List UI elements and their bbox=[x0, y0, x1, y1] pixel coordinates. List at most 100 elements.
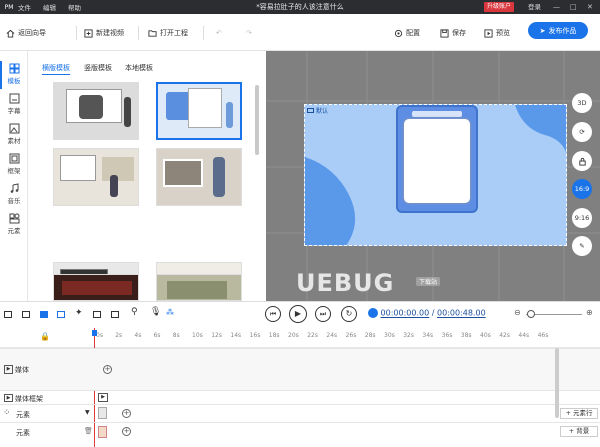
config-label: 配置 bbox=[406, 29, 420, 37]
menu-edit[interactable]: 编辑 bbox=[43, 2, 56, 12]
tab-portrait-templates[interactable]: 竖版模板 bbox=[84, 63, 112, 73]
magic-icon[interactable]: ✦ bbox=[75, 308, 83, 318]
mic-icon[interactable]: 🎙 bbox=[150, 307, 161, 317]
trash-icon[interactable]: 🗑 bbox=[84, 427, 93, 435]
playhead-handle[interactable] bbox=[92, 330, 97, 336]
track-media[interactable]: ▶ 媒体 + bbox=[0, 348, 600, 390]
close-icon[interactable]: ✕ bbox=[587, 0, 593, 14]
prev-button[interactable]: ⏮ bbox=[265, 306, 281, 322]
rotate-icon[interactable]: ⟳ bbox=[572, 122, 592, 142]
fullscreen-icon[interactable] bbox=[111, 311, 119, 318]
back-to-wizard-button[interactable]: 返回向导 bbox=[6, 27, 46, 39]
track-element[interactable]: ⁘ 元素 ▼ + + 元素行 bbox=[0, 404, 600, 422]
copy-icon[interactable] bbox=[57, 311, 65, 318]
preview-button[interactable]: 预览 bbox=[484, 27, 510, 39]
element-clip[interactable] bbox=[98, 407, 107, 419]
add-media-button[interactable]: + bbox=[103, 365, 112, 374]
edit-icon[interactable]: ✎ bbox=[572, 236, 592, 256]
play-icon[interactable]: ▶ bbox=[4, 365, 13, 374]
split-icon[interactable] bbox=[40, 311, 48, 318]
open-project-button[interactable]: 打开工程 bbox=[148, 27, 188, 39]
lock-icon[interactable]: 🔒 bbox=[40, 332, 50, 341]
save-button[interactable]: 保存 bbox=[440, 27, 466, 39]
current-time: 00:00:00.00 bbox=[380, 308, 430, 318]
ratio-9-16-button[interactable]: 9:16 bbox=[572, 208, 592, 228]
add-element-button[interactable]: + bbox=[122, 427, 131, 436]
ruler-tick-label: 44s bbox=[518, 332, 530, 339]
add-element-row-button[interactable]: + 元素行 bbox=[560, 408, 598, 419]
sidebar-item-frame[interactable]: 框架 bbox=[0, 153, 28, 175]
ruler-tick-label: 46s bbox=[537, 332, 549, 339]
template-thumbnail[interactable] bbox=[53, 82, 139, 140]
sidebar-item-template[interactable]: 模板 bbox=[0, 63, 28, 85]
ruler-tick-label: 24s bbox=[326, 332, 338, 339]
menu-help[interactable]: 帮助 bbox=[68, 2, 81, 12]
open-project-label: 打开工程 bbox=[160, 29, 188, 37]
play-button[interactable]: ▶ bbox=[289, 305, 307, 323]
divider bbox=[203, 26, 204, 40]
tab-local-templates[interactable]: 本地模板 bbox=[125, 63, 153, 73]
ruler-tick-label: 26s bbox=[345, 332, 357, 339]
login-link[interactable]: 登录 bbox=[528, 0, 541, 14]
sidebar-item-subtitle[interactable]: 字幕 bbox=[0, 93, 28, 115]
character-clip[interactable] bbox=[98, 426, 107, 438]
home-icon bbox=[6, 29, 15, 38]
ratio-16-9-button[interactable]: 16:9 bbox=[572, 179, 592, 199]
tab-landscape-templates[interactable]: 横版模板 bbox=[42, 63, 70, 75]
layout-icon[interactable] bbox=[4, 311, 12, 318]
sidebar-item-element[interactable]: 元素 bbox=[0, 213, 28, 235]
publish-button[interactable]: ➤ 发布作品 bbox=[528, 22, 588, 39]
audio-icon[interactable]: ⁂ bbox=[166, 308, 174, 317]
sidebar-item-music[interactable]: 音乐 bbox=[0, 183, 28, 205]
template-thumbnail[interactable] bbox=[53, 274, 139, 301]
clock-icon bbox=[368, 308, 378, 318]
add-background-button[interactable]: + 背景 bbox=[560, 426, 598, 437]
upgrade-account-button[interactable]: 升级账户 bbox=[484, 2, 515, 12]
template-icon bbox=[9, 63, 19, 74]
preview-label: 预览 bbox=[496, 29, 510, 37]
send-icon: ➤ bbox=[539, 26, 546, 35]
lock-icon[interactable] bbox=[572, 151, 592, 171]
folder-icon bbox=[148, 29, 157, 38]
track-media-frame[interactable]: ▶ 媒体框架 ▶ bbox=[0, 390, 600, 404]
person-icon[interactable]: ⚲ bbox=[131, 307, 138, 317]
time-separator: / bbox=[431, 308, 435, 318]
undo-icon[interactable]: ↶ bbox=[216, 27, 222, 39]
image-icon[interactable] bbox=[93, 311, 101, 318]
template-thumbnail-selected[interactable] bbox=[156, 82, 242, 140]
template-thumbnail[interactable] bbox=[156, 274, 242, 301]
add-frame-icon[interactable]: ▶ bbox=[98, 393, 108, 402]
new-video-button[interactable]: 新建视频 bbox=[84, 27, 124, 39]
template-scrollbar[interactable] bbox=[255, 85, 259, 155]
config-button[interactable]: 配置 bbox=[394, 27, 420, 39]
save-icon bbox=[440, 28, 449, 38]
template-thumbnail[interactable] bbox=[156, 148, 242, 206]
add-element-button[interactable]: + bbox=[122, 409, 131, 418]
zoom-out-icon[interactable]: ⊖ bbox=[514, 308, 521, 317]
gear-icon bbox=[394, 29, 403, 38]
menu-file[interactable]: 文件 bbox=[18, 2, 31, 12]
timeline-scrollbar[interactable] bbox=[555, 348, 559, 418]
crop-icon[interactable] bbox=[22, 311, 30, 318]
chevron-down-icon[interactable]: ▼ bbox=[85, 409, 90, 416]
minimize-icon[interactable]: — bbox=[553, 0, 560, 14]
zoom-slider-thumb[interactable] bbox=[527, 310, 535, 318]
next-button[interactable]: ⏭ bbox=[315, 306, 331, 322]
canvas-area[interactable]: 默认 UEBUG 下载站 bbox=[266, 51, 600, 301]
stage[interactable]: 默认 bbox=[304, 104, 567, 246]
sidebar-item-material[interactable]: 素材 bbox=[0, 123, 28, 145]
app-logo: PM bbox=[4, 3, 14, 11]
tablet-frame[interactable] bbox=[396, 105, 478, 213]
track-element-2[interactable]: 元素 🗑 + + 背景 bbox=[0, 422, 600, 440]
loop-button[interactable]: ↻ bbox=[341, 306, 357, 322]
maximize-icon[interactable]: □ bbox=[570, 0, 577, 14]
play-icon[interactable]: ▶ bbox=[4, 394, 13, 402]
image-icon bbox=[9, 123, 19, 134]
ruler-tick-label: 10s bbox=[192, 332, 203, 339]
3d-button[interactable]: 3D bbox=[572, 93, 592, 113]
tablet-screen bbox=[404, 119, 470, 203]
redo-icon[interactable]: ↷ bbox=[246, 27, 252, 39]
zoom-in-icon[interactable]: ⊕ bbox=[586, 308, 593, 317]
template-thumbnail[interactable] bbox=[53, 148, 139, 206]
ruler-tick-label: 18s bbox=[268, 332, 280, 339]
